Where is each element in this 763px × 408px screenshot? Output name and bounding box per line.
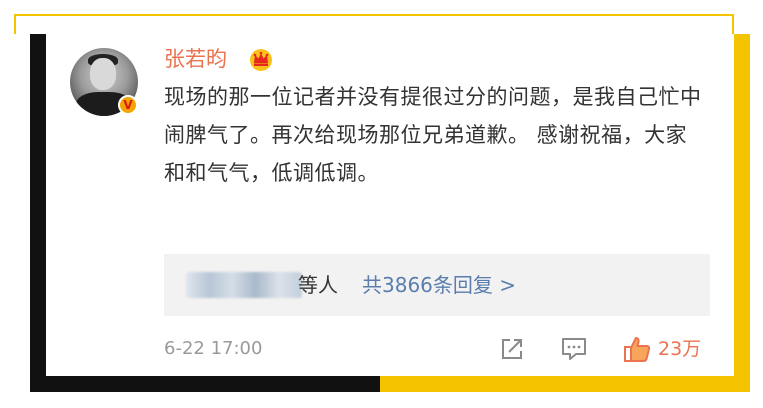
- comment-card: V 张若昀 现场的那一位记者并没有提很过分的问题，是我自己忙中闹脾气了。再次给现…: [46, 34, 734, 376]
- view-replies-link[interactable]: 共3866条回复 >: [362, 270, 516, 300]
- comment-text: 现场的那一位记者并没有提很过分的问题，是我自己忙中闹脾气了。再次给现场那位兄弟道…: [164, 85, 702, 185]
- frame-left-line: [14, 14, 16, 34]
- like-count: 23万: [658, 338, 702, 360]
- reply-suffix: 等人: [298, 273, 338, 297]
- frame-black-bottom-bar: [30, 376, 380, 392]
- comment-icon[interactable]: [560, 336, 588, 362]
- verified-badge-icon: V: [118, 95, 138, 115]
- username[interactable]: 张若昀: [164, 44, 227, 74]
- frame-yellow-bottom-bar: [380, 376, 750, 392]
- timestamp: 6-22 17:00: [164, 338, 263, 359]
- frame-top-line: [14, 14, 734, 16]
- blurred-reply-username: [186, 272, 302, 298]
- reply-summary[interactable]: 等人 共3866条回复 >: [164, 254, 710, 316]
- avatar-face: [90, 58, 116, 90]
- thumbs-up-icon[interactable]: [622, 334, 652, 364]
- share-icon[interactable]: [499, 336, 525, 362]
- crown-icon: [250, 49, 272, 71]
- frame-yellow-right-bar: [734, 34, 750, 392]
- frame-right-line: [732, 14, 734, 34]
- frame-black-left-bar: [30, 34, 46, 392]
